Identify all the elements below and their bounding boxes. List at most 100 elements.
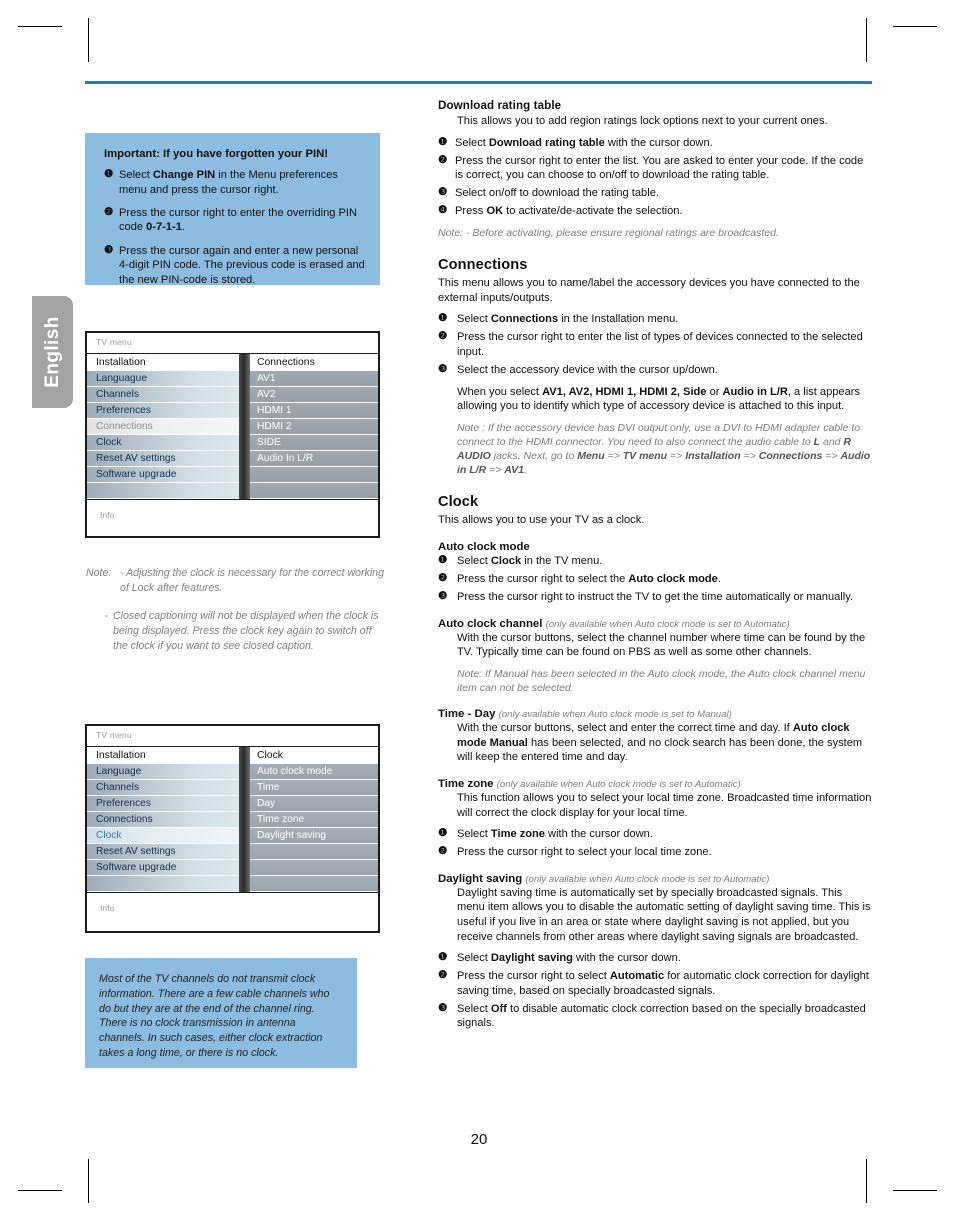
step-number: ❷ (438, 573, 448, 585)
step-text: Press the cursor right to instruct the T… (457, 591, 854, 604)
daylight-saving-body: Daylight saving time is automatically se… (457, 886, 871, 943)
tv-menu-info-label: Info (100, 510, 115, 520)
download-rating-intro: This allows you to add region ratings lo… (457, 115, 828, 127)
tv-menu-left-item[interactable]: Language (87, 764, 239, 780)
tv-menu-bottom-divider (87, 499, 378, 500)
tv-menu-left-column: Installation Languague Channels Preference… (87, 354, 239, 499)
tv-menu-right-item[interactable]: HDMI 1 (250, 403, 378, 419)
time-day-title: Time - Day (438, 708, 496, 721)
tv-menu-left-item[interactable] (87, 876, 239, 892)
step-item: ❶ Select Time zone with the cursor down. (438, 827, 872, 842)
step-number: ❶ (438, 828, 448, 840)
tv-menu-right-column: Connections AV1 AV2 HDMI 1 HDMI 2 SIDE Audio … (250, 354, 378, 499)
tv-menu-left-item[interactable] (87, 483, 239, 499)
auto-clock-mode-heading: Auto clock mode (438, 541, 530, 554)
step-item: ❹ Press OK to activate/de-activate the se… (438, 204, 872, 219)
download-rating-steps: ❶ Select Download rating table with the c… (438, 136, 872, 219)
step-number: ❷ (438, 846, 448, 858)
step-item: ❷ Press the cursor right to enter the lis… (438, 330, 872, 359)
tv-menu-right-item[interactable] (250, 467, 378, 483)
step-number: ❶ (438, 555, 448, 567)
page-number-value: 20 (470, 1131, 488, 1148)
step-text: Select Daylight saving with the cursor d… (457, 952, 681, 965)
step-item: ❸ Select on/off to download the rating ta… (438, 186, 872, 201)
tv-menu-right-item[interactable]: Daylight saving (250, 828, 378, 844)
step-number: ❶ (104, 168, 114, 180)
tv-menu-right-item[interactable] (250, 860, 378, 876)
step-item: ❷ Press the cursor right to select your l… (438, 845, 872, 860)
tv-menu-right-item[interactable]: AV1 (250, 371, 378, 387)
tv-menu-left-item[interactable]: Languague (87, 371, 239, 387)
step-text: Press the cursor again and enter a new p… (119, 244, 365, 286)
step-text: Press OK to activate/de-activate the sel… (455, 205, 683, 218)
step-number: ❷ (438, 970, 448, 982)
tv-menu-clock-screenshot: TV menu Installation Language Channels Pre… (85, 724, 380, 933)
crop-mark-bottom-left-v (88, 1159, 89, 1203)
step-item: ❷ Press the cursor right to enter the lis… (438, 154, 872, 183)
step-number: ❷ (438, 331, 448, 343)
daylight-saving-condition: (only available when Auto clock mode is … (525, 873, 770, 885)
tv-menu-left-item[interactable]: Clock (87, 828, 239, 844)
tv-menu-left-item[interactable]: Connections (87, 812, 239, 828)
daylight-saving-steps: ❶ Select Daylight saving with the cursor … (438, 951, 872, 1031)
tv-menu-right-item[interactable]: Day (250, 796, 378, 812)
tv-menu-left-list-2: Language Channels Preferences Connections Cl… (87, 764, 239, 892)
crop-mark-bottom-left-h (18, 1190, 62, 1191)
tv-menu-left-item[interactable]: Channels (87, 780, 239, 796)
time-zone-body: This function allows you to select your … (457, 792, 872, 819)
tv-menu-right-item[interactable]: HDMI 2 (250, 419, 378, 435)
tv-menu-columns-2: Installation Language Channels Preferences… (87, 747, 378, 892)
tv-menu-right-item[interactable]: Time (250, 780, 378, 796)
tv-menu-left-item[interactable]: Reset AV settings (87, 451, 239, 467)
tv-menu-left-item[interactable]: Software upgrade (87, 467, 239, 483)
crop-mark-bottom-right-v (866, 1159, 867, 1203)
tv-menu-left-item[interactable]: Preferences (87, 796, 239, 812)
step-number: ❸ (438, 364, 448, 376)
time-zone-title: Time zone (438, 778, 494, 790)
tv-menu-left-item[interactable]: Clock (87, 435, 239, 451)
step-text: Select Time zone with the cursor down. (457, 828, 653, 841)
tv-menu-left-item[interactable]: Connections (87, 419, 239, 435)
step-item: ❶ Select Daylight saving with the cursor … (438, 951, 872, 966)
tv-menu-column-divider-2 (239, 747, 250, 892)
step-item: ❸ Select the accessory device with the cu… (438, 363, 872, 378)
tv-menu-left-item[interactable]: Reset AV settings (87, 844, 239, 860)
connections-steps: ❶ Select Connections in the Installation … (438, 312, 872, 377)
auto-clock-mode-steps: ❶ Select Clock in the TV menu. ❷ Press the … (438, 554, 872, 605)
auto-clock-channel-heading: Auto clock channel (only available when … (438, 618, 872, 630)
step-number: ❶ (438, 952, 448, 964)
tv-menu-right-item[interactable] (250, 876, 378, 892)
note-item-2-dash: - (104, 610, 108, 623)
tv-menu-right-item[interactable] (250, 483, 378, 499)
step-text: Select the accessory device with the cur… (457, 364, 718, 377)
tv-menu-titlebar-2: TV menu (87, 726, 378, 746)
tv-menu-right-header-2: Clock (257, 750, 283, 761)
tv-menu-left-item[interactable]: Channels (87, 387, 239, 403)
connections-note: Note : If the accessory device has DVI o… (457, 421, 871, 477)
tv-menu-left-list: Languague Channels Preferences Connections C… (87, 371, 239, 499)
note-item-1: - Adjusting the clock is necessary for t… (120, 567, 384, 595)
step-number: ❹ (438, 205, 448, 217)
tv-menu-right-item[interactable]: Audio In L/R (250, 451, 378, 467)
tv-menu-left-item[interactable]: Preferences (87, 403, 239, 419)
tv-menu-title-label-2: TV menu (96, 730, 132, 740)
step-text: Select Download rating table with the cu… (455, 136, 713, 149)
language-tab-english: English (32, 296, 73, 408)
step-number: ❸ (438, 591, 448, 603)
step-item: ❸ Press the cursor right to instruct the … (438, 590, 872, 605)
step-number: ❸ (438, 187, 448, 199)
tv-menu-right-item[interactable]: Time zone (250, 812, 378, 828)
step-item: ❶ Select Connections in the Installation … (438, 312, 872, 327)
tv-menu-right-item[interactable]: Auto clock mode (250, 764, 378, 780)
step-item: ❸ Press the cursor again and enter a new … (104, 244, 366, 288)
tv-menu-right-item[interactable]: AV2 (250, 387, 378, 403)
connections-paragraph: When you select AV1, AV2, HDMI 1, HDMI 2… (457, 385, 860, 413)
daylight-saving-title: Daylight saving (438, 872, 523, 885)
step-item: ❶ Select Download rating table with the c… (438, 136, 872, 151)
clock-adjust-note: Note: - Adjusting the clock is necessary… (86, 566, 386, 654)
step-number: ❸ (104, 243, 114, 256)
tv-menu-right-item[interactable]: SIDE (250, 435, 378, 451)
crop-mark-top-left-h (18, 26, 62, 27)
tv-menu-right-item[interactable] (250, 844, 378, 860)
tv-menu-left-item[interactable]: Software upgrade (87, 860, 239, 876)
